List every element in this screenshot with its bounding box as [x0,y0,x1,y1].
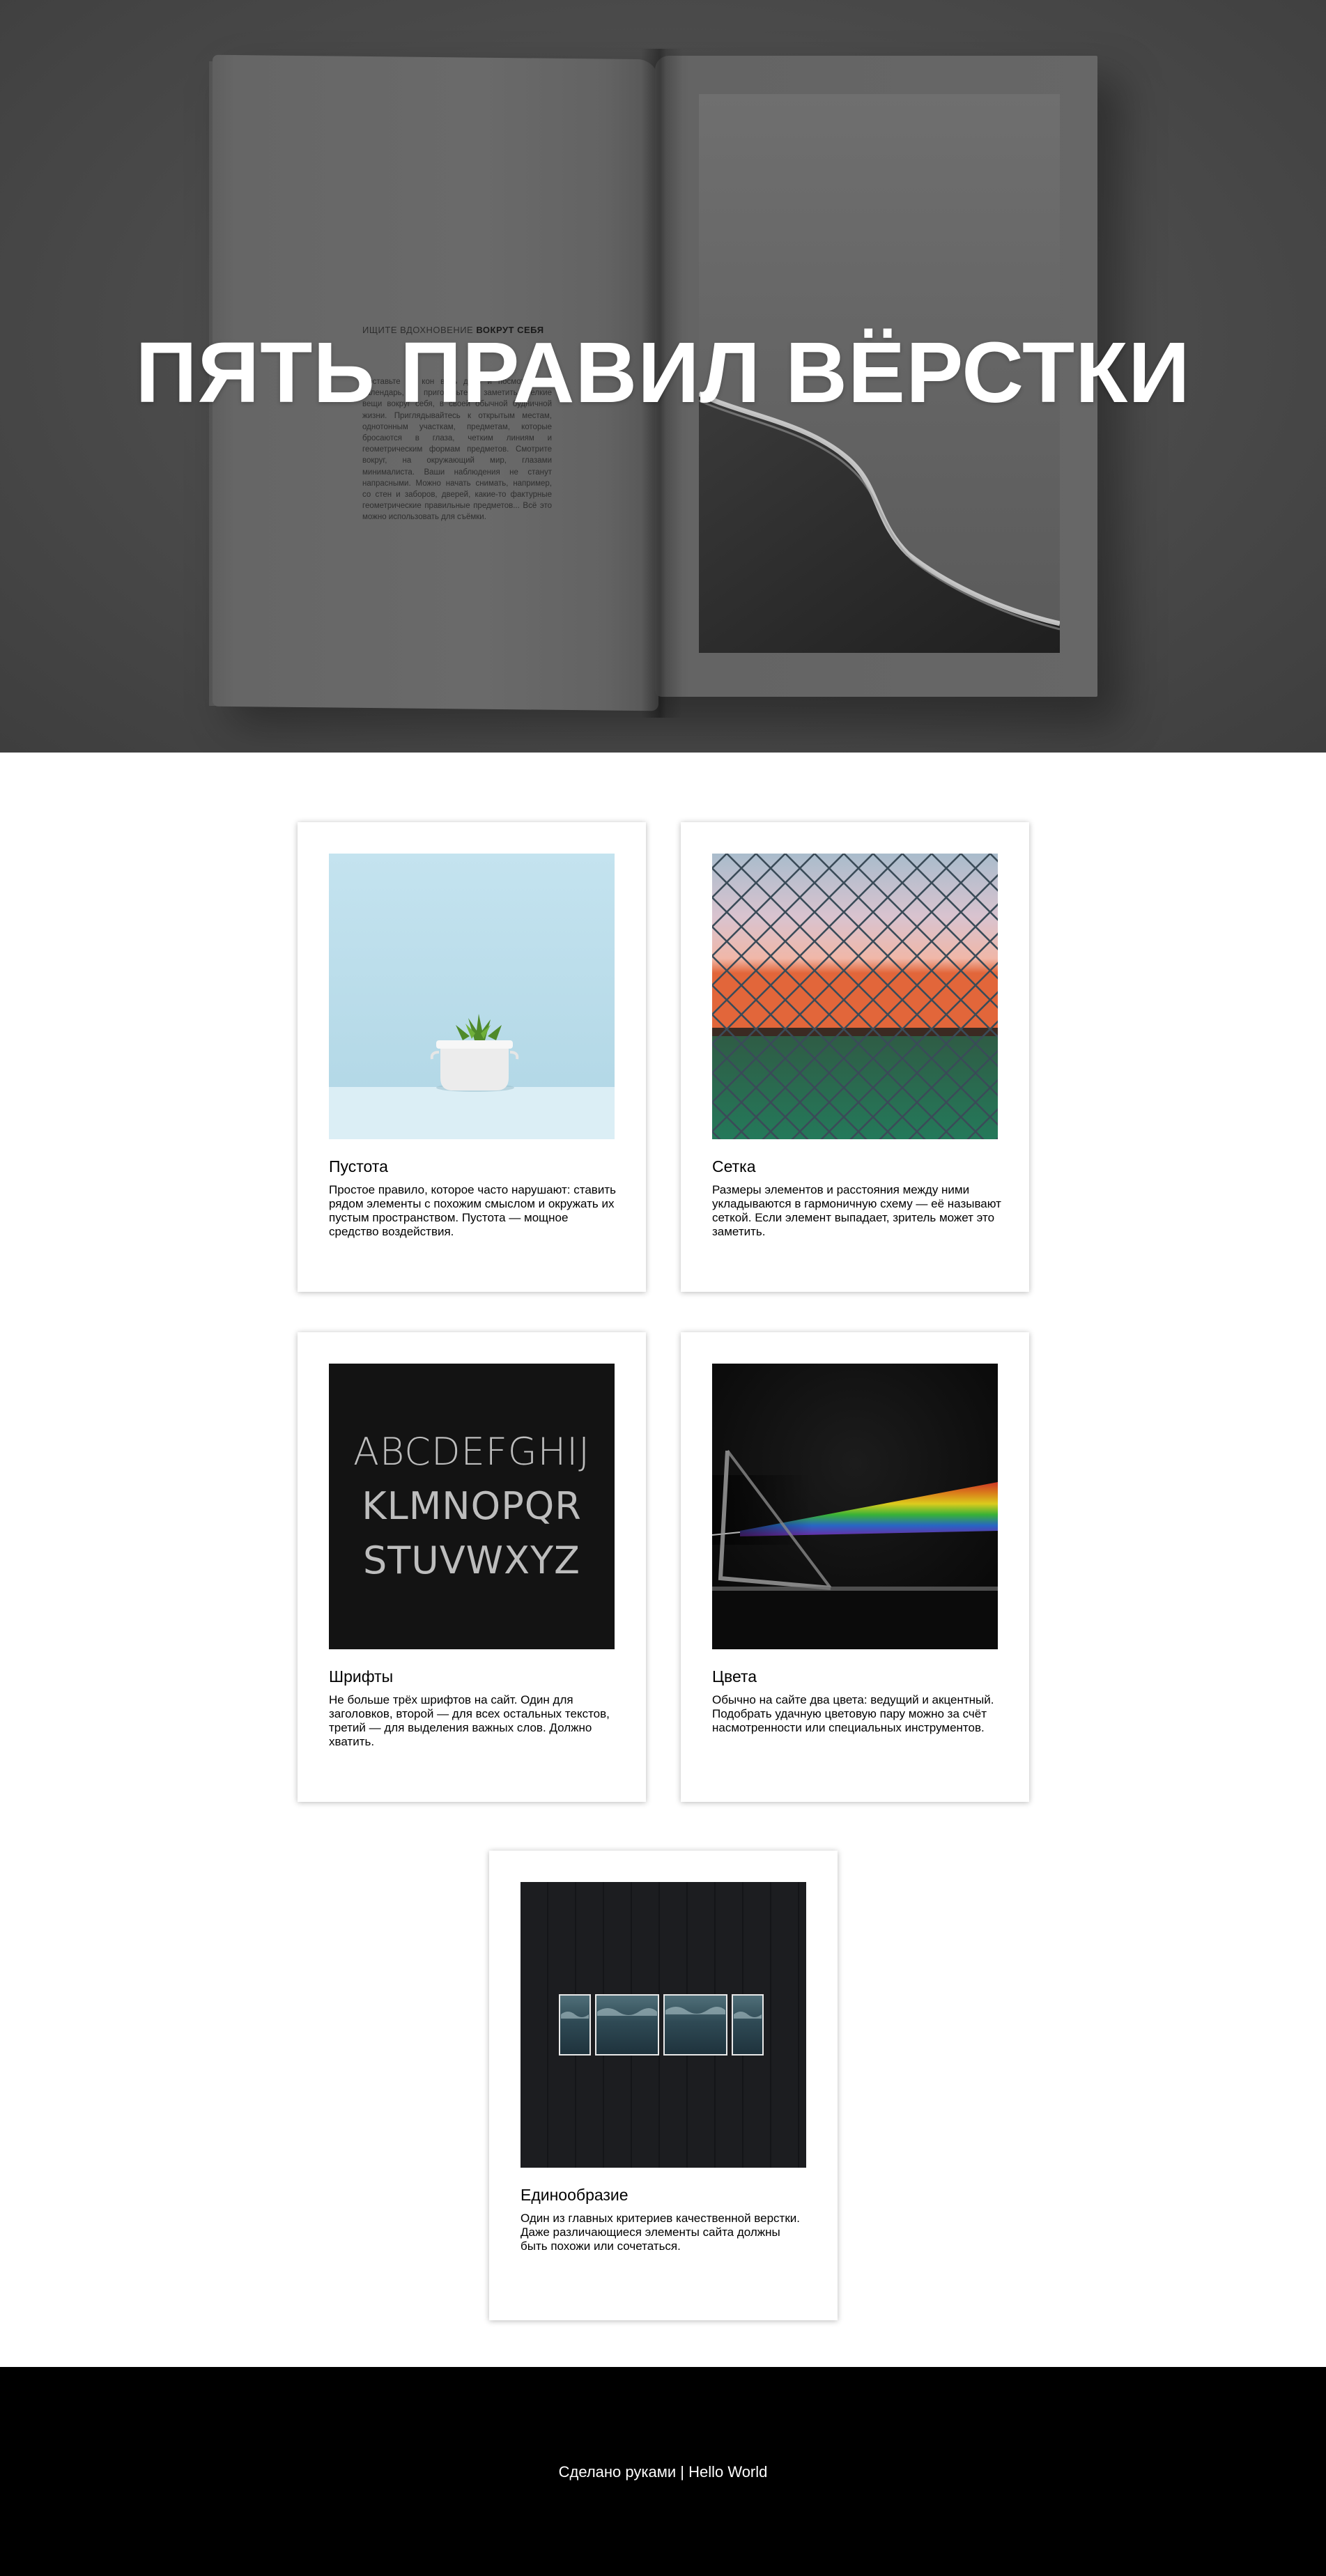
card-grid: Сетка Размеры элементов и расстояния меж… [681,822,1029,1292]
card-title: Единообразие [521,2186,629,2204]
page-title: ПЯТЬ ПРАВИЛ ВЁРСТКИ [135,325,1191,421]
card-title: Сетка [712,1157,756,1175]
alphabet-line-2: KLMNOPQR [362,1484,582,1528]
footer-text: Сделано руками | Hello World [558,2463,768,2481]
prism-rainbow-image [712,1364,998,1649]
footer: Сделано руками | Hello World [0,2367,1326,2576]
card-text: Один из главных критериев качественной в… [521,2212,800,2253]
card-title: Шрифты [329,1667,394,1686]
card-fonts: ABCDEFGHIJ KLMNOPQR STUVWXYZ Шрифты Не б… [298,1332,646,1802]
card-text: Обычно на сайте два цвета: ведущий и акц… [712,1693,994,1734]
card-title: Цвета [712,1667,757,1686]
card-emptiness: Пустота Простое правило, которое часто н… [298,822,646,1292]
card-uniformity: Единообразие Один из главных критериев к… [489,1851,838,2320]
triptych-waves-image [521,1882,806,2168]
alphabet-line-1: ABCDEFGHIJ [353,1430,591,1474]
alphabet-line-3: STUVWXYZ [362,1538,581,1582]
card-text: Размеры элементов и расстояния между ним… [712,1183,1001,1238]
card-text: Не больше трёх шрифтов на сайт. Один для… [329,1693,610,1748]
card-colors: Цвета Обычно на сайте два цвета: ведущий… [681,1332,1029,1802]
hero-section: ИЩИТЕ ВДОХНОВЕНИЕ ВОКРУТ СЕБЯ Поставьте … [0,0,1326,753]
card-title: Пустота [329,1157,388,1175]
succulent-image [329,854,615,1139]
card-text: Простое правило, которое часто нарушают:… [329,1183,616,1238]
chain-fence-image [712,854,998,1139]
alphabet-image: ABCDEFGHIJ KLMNOPQR STUVWXYZ [329,1364,615,1649]
